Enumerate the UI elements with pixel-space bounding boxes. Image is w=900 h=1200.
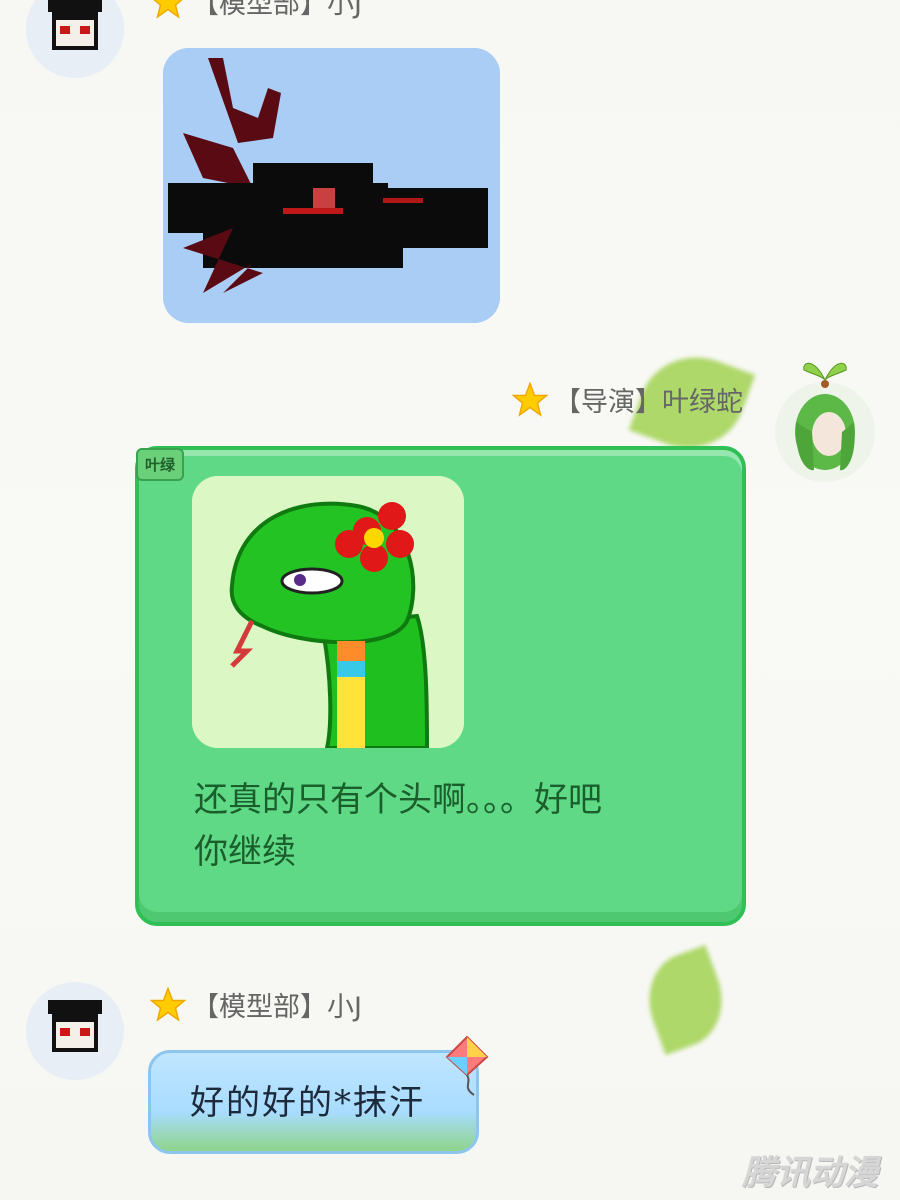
pixel-boy-avatar-icon bbox=[26, 0, 124, 78]
watermark-logo: 腾讯动漫 bbox=[742, 1153, 878, 1193]
sender-avatar-yelvshe[interactable] bbox=[774, 352, 876, 482]
green-hair-girl-avatar-icon bbox=[775, 362, 875, 482]
kite-icon bbox=[445, 1035, 489, 1096]
sender-name-row: 【模型部】小J bbox=[150, 985, 362, 1024]
pixel-boy-avatar-icon bbox=[26, 982, 124, 1080]
star-icon bbox=[512, 381, 548, 417]
message-image[interactable] bbox=[192, 476, 464, 748]
star-icon bbox=[150, 986, 186, 1022]
message-text: 还真的只有个头啊。。。好吧 你继续 bbox=[194, 780, 602, 872]
message-text: 好的好的*抹汗 bbox=[190, 1083, 425, 1123]
message-image[interactable] bbox=[163, 48, 500, 323]
pixel-dragon-head-icon bbox=[163, 48, 500, 323]
decorative-leaf bbox=[634, 944, 737, 1056]
star-icon bbox=[153, 0, 183, 19]
sender-name: 【模型部】小J bbox=[192, 0, 362, 20]
message-tag: 叶绿 bbox=[136, 448, 185, 481]
sender-name: 【导演】叶绿蛇 bbox=[554, 387, 743, 418]
sender-name-row: 【模型部】小J bbox=[150, 0, 362, 21]
sender-avatar-xiaoj[interactable] bbox=[26, 982, 124, 1080]
snake-with-flower-icon bbox=[192, 476, 464, 748]
sender-name: 【模型部】小J bbox=[192, 992, 362, 1023]
sender-name-row: 【导演】叶绿蛇 bbox=[512, 380, 743, 419]
sender-avatar-xiaoj[interactable] bbox=[26, 0, 124, 78]
